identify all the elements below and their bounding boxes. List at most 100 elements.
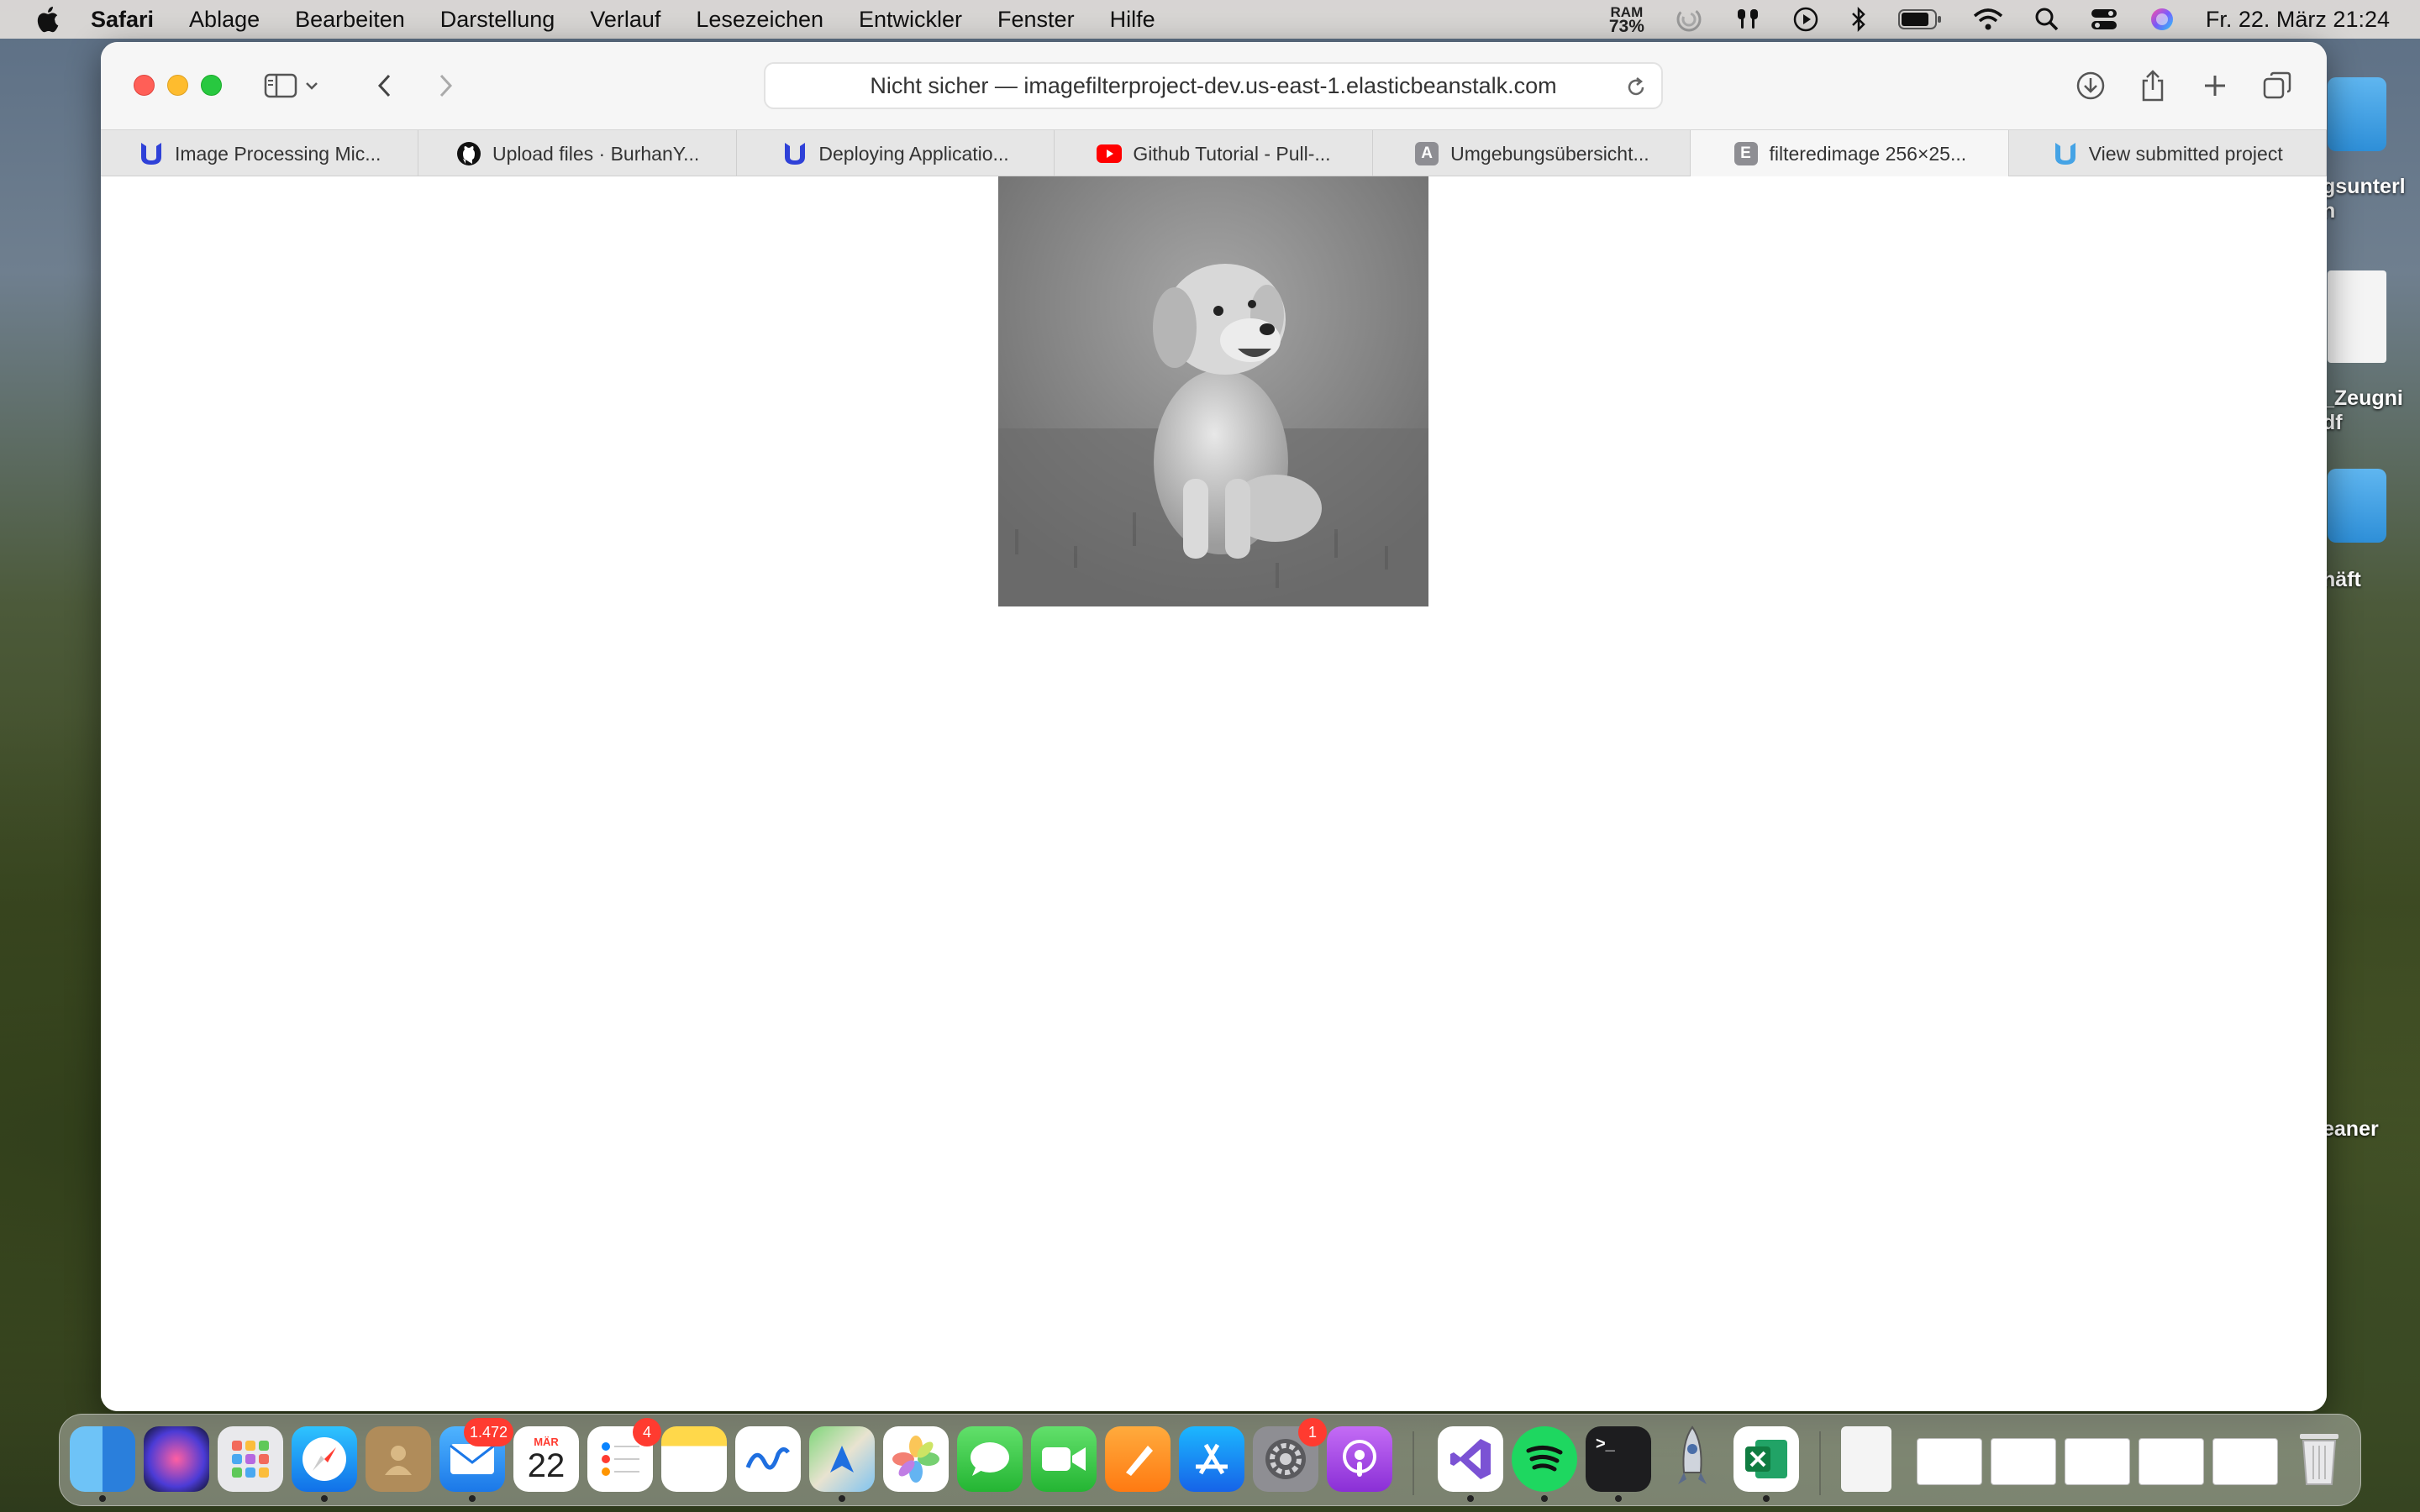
menu-ablage[interactable]: Ablage [189, 7, 260, 33]
recent-window-thumbnail-icon[interactable] [2065, 1438, 2130, 1485]
desktop-label-3[interactable]: häft [2323, 568, 2361, 592]
tab-view-submitted-project[interactable]: View submitted project [2009, 130, 2327, 177]
spinner-status-icon[interactable] [1675, 0, 1703, 39]
now-playing-icon[interactable] [1792, 0, 1819, 39]
menu-verlauf[interactable]: Verlauf [590, 7, 660, 33]
photos-icon[interactable] [883, 1426, 949, 1492]
pages-icon[interactable] [1105, 1426, 1171, 1492]
csv-document-icon[interactable] [1841, 1426, 1891, 1492]
rocket-typist-icon[interactable] [1660, 1425, 1725, 1492]
spotify-icon[interactable] [1512, 1426, 1577, 1502]
contacts-icon[interactable] [366, 1426, 431, 1492]
letter-e-icon: E [1733, 140, 1760, 167]
tab-title: filteredimage 256×25... [1769, 142, 1967, 165]
letter-a-badge: A [1415, 142, 1439, 165]
airpods-icon[interactable] [1733, 0, 1762, 39]
new-tab-plus-icon[interactable] [2195, 66, 2235, 106]
apple-menu-icon[interactable] [30, 3, 64, 36]
messages-icon[interactable] [957, 1426, 1023, 1492]
menu-fenster[interactable]: Fenster [997, 7, 1075, 33]
share-icon[interactable] [2133, 66, 2173, 106]
desktop-folder-icon[interactable] [2328, 77, 2386, 151]
page-content [101, 176, 2327, 1411]
safari-dock-icon[interactable] [292, 1426, 357, 1502]
address-bar[interactable]: Nicht sicher — imagefilterproject-dev.us… [764, 62, 1663, 109]
menu-app-name[interactable]: Safari [91, 7, 154, 33]
recent-window-thumbnail-icon[interactable] [1917, 1438, 1982, 1485]
tab-title: Deploying Applicatio... [818, 142, 1009, 165]
menu-clock[interactable]: Fr. 22. März 21:24 [2206, 0, 2390, 39]
notes-icon[interactable] [661, 1426, 727, 1492]
siri-dock-icon[interactable] [144, 1426, 209, 1492]
zoom-window-button[interactable] [201, 75, 222, 96]
tab-upload-files[interactable]: Upload files · BurhanY... [418, 130, 737, 177]
desktop-folder-icon[interactable] [2328, 469, 2386, 543]
chevron-down-icon[interactable] [299, 66, 324, 106]
launchpad-icon[interactable] [218, 1426, 283, 1492]
close-window-button[interactable] [134, 75, 155, 96]
recent-window-thumbnail-icon[interactable] [2139, 1438, 2204, 1485]
udacity-icon [138, 140, 165, 167]
spotlight-search-icon[interactable] [2034, 0, 2060, 39]
url-text: Nicht sicher — imagefilterproject-dev.us… [870, 72, 1557, 98]
trash-icon[interactable] [2286, 1426, 2352, 1492]
sidebar-toggle-icon[interactable] [260, 66, 301, 106]
bluetooth-icon[interactable] [1849, 0, 1868, 39]
desktop-label-2[interactable]: _Zeugni df [2323, 386, 2403, 435]
recent-window-thumbnail-icon[interactable] [1991, 1438, 2056, 1485]
safari-toolbar: Nicht sicher — imagefilterproject-dev.us… [101, 42, 2327, 129]
tab-title: View submitted project [2088, 142, 2283, 165]
desktop-pdf-icon[interactable] [2328, 270, 2386, 363]
finder-icon[interactable] [70, 1426, 135, 1502]
dock-separator [1819, 1431, 1821, 1495]
siri-icon[interactable] [2149, 0, 2175, 39]
tab-filteredimage[interactable]: E filteredimage 256×25... [1691, 130, 2009, 177]
udacity-icon [781, 140, 808, 167]
reload-icon[interactable] [1619, 71, 1653, 104]
facetime-icon[interactable] [1031, 1426, 1097, 1492]
tab-bar: Image Processing Mic... Upload files · B… [101, 129, 2327, 177]
wifi-icon[interactable] [1972, 0, 2004, 39]
menu-darstellung[interactable]: Darstellung [440, 7, 555, 33]
menu-lesezeichen[interactable]: Lesezeichen [696, 7, 823, 33]
desktop-label-1[interactable]: gsunterl n [2323, 175, 2406, 223]
calendar-icon[interactable]: MÄR 22 [513, 1426, 579, 1492]
menu-entwickler[interactable]: Entwickler [859, 7, 962, 33]
podcasts-icon[interactable] [1327, 1426, 1392, 1492]
tab-github-tutorial[interactable]: Github Tutorial - Pull-... [1055, 130, 1373, 177]
tab-title: Upload files · BurhanY... [492, 142, 700, 165]
tab-title: Github Tutorial - Pull-... [1133, 142, 1331, 165]
udacity-icon [2052, 140, 2079, 167]
reminders-badge: 4 [633, 1418, 661, 1446]
ram-monitor[interactable]: RAM 73% [1609, 0, 1644, 39]
reminders-icon[interactable]: 4 [587, 1418, 661, 1492]
forward-button[interactable] [425, 66, 466, 106]
menu-bearbeiten[interactable]: Bearbeiten [295, 7, 405, 33]
control-center-icon[interactable] [2090, 0, 2118, 39]
recent-window-thumbnail-icon[interactable] [2212, 1438, 2278, 1485]
desktop-label-4[interactable]: eaner [2323, 1117, 2379, 1142]
terminal-icon[interactable]: >_ [1586, 1426, 1651, 1502]
mail-badge: 1.472 [463, 1418, 513, 1446]
minimize-window-button[interactable] [167, 75, 188, 96]
maps-icon[interactable] [809, 1426, 875, 1502]
tab-overview-icon[interactable] [2257, 66, 2297, 106]
letter-e-badge: E [1733, 142, 1758, 165]
tab-image-processing[interactable]: Image Processing Mic... [101, 130, 419, 177]
downloads-icon[interactable] [2070, 66, 2111, 106]
back-button[interactable] [365, 66, 405, 106]
battery-icon[interactable] [1897, 0, 1942, 39]
system-settings-icon[interactable]: 1 [1253, 1418, 1327, 1492]
ram-value: 73% [1608, 17, 1644, 36]
mail-icon[interactable]: 1.472 [439, 1418, 513, 1502]
tab-umgebungsuebersicht[interactable]: A Umgebungsübersicht... [1373, 130, 1691, 177]
freeform-icon[interactable] [735, 1426, 801, 1492]
visual-studio-icon[interactable] [1438, 1426, 1503, 1502]
github-icon [455, 140, 482, 167]
calendar-day: 22 [527, 1446, 566, 1484]
app-store-icon[interactable] [1179, 1426, 1244, 1492]
filtered-image[interactable] [998, 176, 1428, 606]
tab-deploying-application[interactable]: Deploying Applicatio... [737, 130, 1055, 177]
excel-icon[interactable] [1733, 1426, 1799, 1502]
menu-hilfe[interactable]: Hilfe [1110, 7, 1155, 33]
